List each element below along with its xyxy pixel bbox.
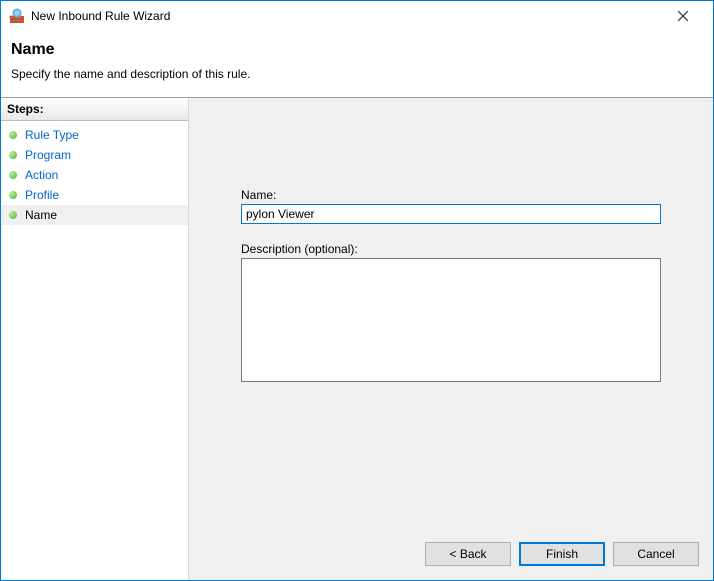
step-name[interactable]: Name bbox=[1, 205, 188, 225]
steps-heading: Steps: bbox=[1, 98, 188, 121]
window-title: New Inbound Rule Wizard bbox=[31, 9, 661, 23]
bullet-icon bbox=[9, 131, 17, 139]
name-label: Name: bbox=[241, 188, 683, 202]
step-label: Rule Type bbox=[25, 128, 79, 142]
step-rule-type[interactable]: Rule Type bbox=[1, 125, 188, 145]
close-icon bbox=[678, 11, 688, 21]
button-row: < Back Finish Cancel bbox=[189, 532, 713, 580]
finish-button[interactable]: Finish bbox=[519, 542, 605, 566]
steps-list: Rule Type Program Action Profile Name bbox=[1, 121, 188, 229]
step-label: Action bbox=[25, 168, 58, 182]
step-label: Name bbox=[25, 208, 57, 222]
bullet-icon bbox=[9, 211, 17, 219]
step-action[interactable]: Action bbox=[1, 165, 188, 185]
bullet-icon bbox=[9, 171, 17, 179]
wizard-header: Name Specify the name and description of… bbox=[1, 31, 713, 97]
step-profile[interactable]: Profile bbox=[1, 185, 188, 205]
page-subtitle: Specify the name and description of this… bbox=[11, 67, 703, 81]
content-panel: Name: Description (optional): < Back Fin… bbox=[189, 98, 713, 580]
cancel-button[interactable]: Cancel bbox=[613, 542, 699, 566]
close-button[interactable] bbox=[661, 2, 705, 30]
back-button[interactable]: < Back bbox=[425, 542, 511, 566]
firewall-icon bbox=[9, 8, 25, 24]
bullet-icon bbox=[9, 151, 17, 159]
step-label: Program bbox=[25, 148, 71, 162]
page-title: Name bbox=[11, 41, 703, 59]
name-input[interactable] bbox=[241, 204, 661, 224]
steps-panel: Steps: Rule Type Program Action Profile bbox=[1, 98, 189, 580]
titlebar: New Inbound Rule Wizard bbox=[1, 1, 713, 31]
wizard-body: Steps: Rule Type Program Action Profile bbox=[1, 97, 713, 580]
wizard-window: New Inbound Rule Wizard Name Specify the… bbox=[0, 0, 714, 581]
description-label: Description (optional): bbox=[241, 242, 683, 256]
description-input[interactable] bbox=[241, 258, 661, 382]
step-label: Profile bbox=[25, 188, 59, 202]
step-program[interactable]: Program bbox=[1, 145, 188, 165]
form-area: Name: Description (optional): bbox=[189, 98, 713, 532]
bullet-icon bbox=[9, 191, 17, 199]
